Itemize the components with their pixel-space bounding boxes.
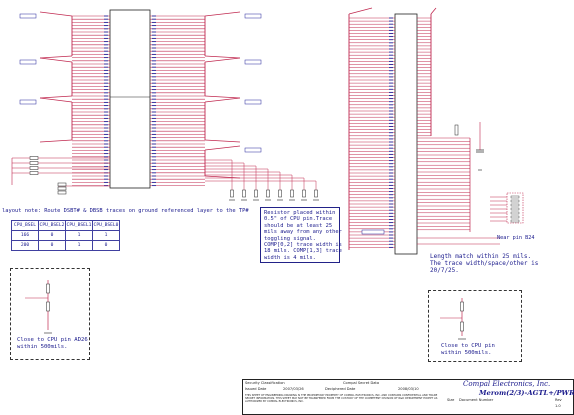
table-cell: 0 bbox=[38, 240, 66, 251]
bus-entry bbox=[39, 57, 73, 63]
resistor-placement-note: Resistor placed within 0.5" of CPU pin.T… bbox=[264, 210, 342, 261]
net-label-flag bbox=[19, 13, 37, 19]
table-header: CPU_BSEL2 bbox=[38, 220, 66, 231]
table-row: 166 0 1 1 bbox=[11, 230, 120, 241]
resistor bbox=[57, 182, 67, 187]
size-label: Size bbox=[447, 398, 455, 402]
rev-label: Rev bbox=[555, 398, 562, 402]
net-label-flag bbox=[361, 229, 385, 235]
table-header-row: CPU_BSEL CPU_BSEL2 CPU_BSEL1 CPU_BSEL0 bbox=[11, 220, 120, 231]
layout-note: layout note: Route DSBT# & DBSB traces o… bbox=[2, 208, 249, 214]
close-to-cpu-note-right: Close to CPU pin within 500mils. bbox=[441, 343, 495, 356]
bus-entry bbox=[39, 11, 73, 17]
deciphered-value: 2008/03/10 bbox=[398, 387, 419, 391]
bus-entry bbox=[204, 175, 241, 179]
resistor bbox=[302, 189, 306, 198]
resistor bbox=[266, 189, 270, 198]
bus-entry bbox=[204, 95, 241, 99]
security-value: Compal Secret Data bbox=[343, 381, 380, 385]
resistor bbox=[57, 186, 67, 191]
table-header: CPU_BSEL0 bbox=[92, 220, 120, 231]
net-label-flag bbox=[244, 147, 262, 153]
resistor bbox=[510, 211, 520, 215]
table-cell: 0 bbox=[92, 240, 120, 251]
close-to-cpu-note-left: Close to CPU pin AD26 within 500mils. bbox=[17, 337, 88, 350]
issued-label: Issued Date bbox=[245, 387, 267, 391]
resistor bbox=[242, 189, 246, 198]
legal-text: THIS SHEET OF ENGINEERING DRAWING IS THE… bbox=[245, 394, 438, 404]
bus-entry bbox=[204, 97, 241, 103]
resistor bbox=[290, 189, 294, 198]
rev-value: 1.0 bbox=[555, 404, 561, 408]
sheet-title: Merom(2/3)-AGTL+/PWR bbox=[479, 389, 574, 397]
power-entry bbox=[430, 7, 437, 15]
bus-entry bbox=[204, 55, 241, 59]
net-label-flag bbox=[244, 13, 262, 19]
resistor bbox=[278, 189, 282, 198]
deciphered-label: Deciphered Date bbox=[325, 387, 356, 391]
resistor bbox=[510, 203, 520, 207]
table-cell: 200 bbox=[11, 240, 39, 251]
document-number-label: Document Number bbox=[459, 398, 494, 402]
bus-entry bbox=[204, 57, 241, 63]
cpu-power-symbol bbox=[394, 13, 418, 255]
resistor bbox=[510, 215, 520, 219]
table-cell: 1 bbox=[65, 240, 93, 251]
net-label-flag bbox=[19, 59, 37, 65]
resistor bbox=[29, 156, 39, 160]
power-entry bbox=[348, 7, 373, 15]
table-cell: 166 bbox=[11, 230, 39, 241]
resistor bbox=[254, 189, 258, 198]
resistor bbox=[230, 189, 234, 198]
table-cell: 0 bbox=[38, 230, 66, 241]
table-cell: 1 bbox=[65, 230, 93, 241]
bus-entry bbox=[39, 139, 73, 143]
net-label-flag bbox=[244, 99, 262, 105]
resistor bbox=[510, 199, 520, 203]
resistor bbox=[510, 195, 520, 199]
issued-value: 2007/03/26 bbox=[283, 387, 304, 391]
near-pin-label: Near pin B24 bbox=[497, 235, 535, 241]
table-header: CPU_BSEL bbox=[11, 220, 39, 231]
resistor bbox=[29, 161, 39, 165]
bus-entry bbox=[39, 55, 73, 59]
net-label-flag bbox=[244, 59, 262, 65]
net-label-flag bbox=[19, 99, 37, 105]
cpu-bsel-table: CPU_BSEL CPU_BSEL2 CPU_BSEL1 CPU_BSEL0 1… bbox=[11, 220, 120, 251]
bus-entry bbox=[204, 145, 241, 151]
resistor bbox=[314, 189, 318, 198]
resistor bbox=[510, 219, 520, 223]
bus-entry bbox=[39, 97, 73, 103]
security-label: Security Classification bbox=[245, 381, 285, 385]
table-row: 200 0 1 0 bbox=[11, 240, 120, 251]
resistor bbox=[29, 171, 39, 175]
resistor bbox=[57, 190, 67, 195]
schematic-sheet: layout note: Route DSBT# & DBSB traces o… bbox=[0, 0, 574, 415]
resistor bbox=[29, 166, 39, 170]
company-name: Compal Electronics, Inc. bbox=[463, 380, 551, 388]
length-match-note: Length match within 25 mils. The trace w… bbox=[430, 253, 539, 274]
table-cell: 1 bbox=[92, 230, 120, 241]
resistor bbox=[454, 124, 459, 136]
cpu-symbol-left bbox=[109, 9, 151, 189]
resistor-placement-note-box: Resistor placed within 0.5" of CPU pin.T… bbox=[260, 207, 342, 263]
bus-entry bbox=[39, 95, 73, 99]
title-block: Security Classification Issued Date 2007… bbox=[242, 379, 574, 415]
resistor bbox=[510, 207, 520, 211]
bus-entry bbox=[204, 139, 241, 143]
table-header: CPU_BSEL1 bbox=[65, 220, 93, 231]
bus-entry bbox=[204, 11, 241, 17]
